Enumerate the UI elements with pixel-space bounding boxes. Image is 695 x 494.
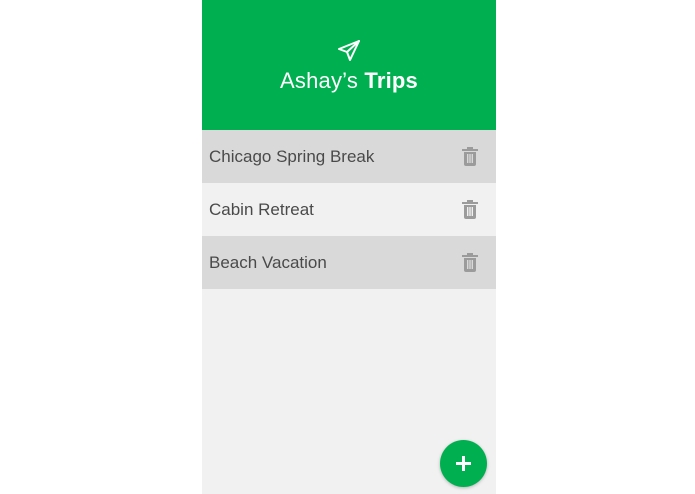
- trash-icon[interactable]: [462, 253, 478, 272]
- trip-name: Beach Vacation: [209, 253, 327, 272]
- app-header: Ashay’s Trips: [202, 0, 496, 130]
- list-item[interactable]: Cabin Retreat: [202, 183, 496, 236]
- trip-name: Cabin Retreat: [209, 200, 314, 219]
- trash-icon[interactable]: [462, 147, 478, 166]
- title-prefix: Ashay’s: [280, 68, 359, 93]
- trip-list: Chicago Spring Break Cabin Retreat Beach…: [202, 130, 496, 289]
- page-title: Ashay’s Trips: [202, 68, 496, 94]
- title-bold: Trips: [364, 68, 418, 93]
- trash-icon[interactable]: [462, 200, 478, 219]
- app-screen: Ashay’s Trips Chicago Spring Break Cabin…: [202, 0, 496, 494]
- trip-name: Chicago Spring Break: [209, 147, 375, 166]
- list-item[interactable]: Chicago Spring Break: [202, 130, 496, 183]
- add-trip-button[interactable]: [440, 440, 487, 487]
- list-item[interactable]: Beach Vacation: [202, 236, 496, 289]
- plus-icon: [456, 456, 471, 471]
- paper-plane-icon: [338, 40, 360, 61]
